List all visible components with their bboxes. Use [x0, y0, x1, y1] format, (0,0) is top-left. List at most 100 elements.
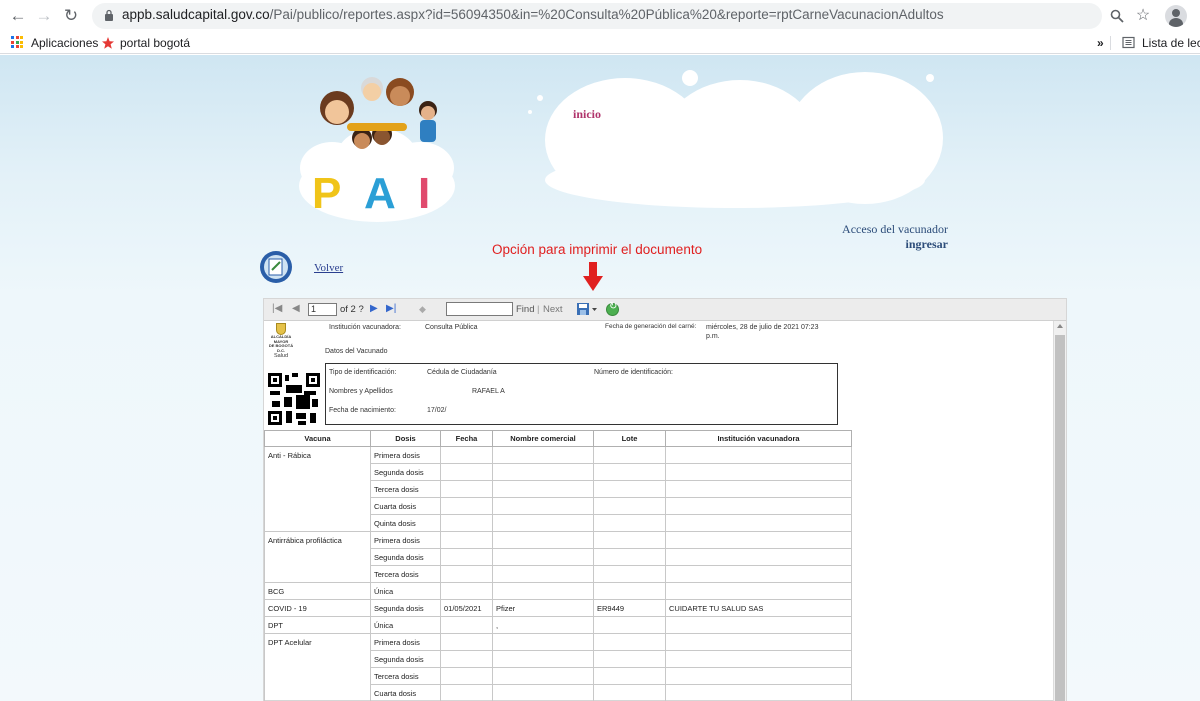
cell-lote [593, 446, 666, 464]
cell-fecha [440, 616, 493, 634]
last-page-icon[interactable]: ▶| [386, 303, 396, 314]
lock-icon[interactable] [104, 9, 114, 22]
cell-dosis: Segunda dosis [370, 548, 441, 566]
forward-arrow-icon[interactable]: → [33, 5, 55, 27]
cell-lote [593, 667, 666, 685]
cell-lote [593, 684, 666, 701]
cell-lote [593, 548, 666, 566]
table-row: BCG Única [264, 582, 852, 600]
cell-inst [665, 650, 852, 668]
pai-logo[interactable]: P A I [292, 68, 462, 223]
scroll-up-arrow-icon[interactable] [1057, 324, 1063, 328]
volver-icon[interactable] [259, 250, 293, 284]
star-icon[interactable]: ☆ [1132, 5, 1154, 27]
header-institucion: Institución vacunadora [665, 430, 852, 447]
inicio-link[interactable]: inicio [573, 107, 601, 122]
cell-vacuna: DPT Acelular [264, 633, 371, 701]
institucion-value: Consulta Pública [425, 324, 478, 331]
fecha-generacion-label: Fecha de generación del carné: [605, 323, 697, 330]
find-next-link[interactable]: Next [543, 304, 563, 315]
table-row: DPT Única, [264, 616, 852, 634]
first-page-icon[interactable]: |◀ [272, 303, 282, 314]
cell-vacuna: Anti - Rábica [264, 446, 371, 532]
cell-fecha [440, 514, 493, 532]
cell-fecha: 01/05/2021 [440, 599, 493, 617]
bookmark-aplicaciones[interactable]: Aplicaciones [31, 36, 98, 50]
cell-inst [665, 548, 852, 566]
datos-vacunado-title: Datos del Vacunado [325, 348, 388, 355]
find-link[interactable]: Find [516, 304, 534, 315]
header-lote: Lote [593, 430, 666, 447]
cell-vacuna: COVID - 19 [264, 599, 371, 617]
cell-dosis: Primera dosis [370, 531, 441, 549]
cell-nombre [492, 684, 594, 701]
cell-dosis: Única [370, 582, 441, 600]
cell-lote [593, 582, 666, 600]
back-arrow-icon[interactable]: ← [7, 5, 29, 27]
cell-fecha [440, 480, 493, 498]
back-to-parent-icon[interactable]: ◆ [419, 304, 426, 315]
cell-fecha [440, 463, 493, 481]
bookmark-portal-bogota[interactable]: portal bogotá [120, 36, 190, 50]
cell-inst [665, 514, 852, 532]
next-page-icon[interactable]: ▶ [370, 303, 378, 314]
cell-nombre [492, 514, 594, 532]
cell-fecha [440, 548, 493, 566]
bookmarks-bar: Aplicaciones portal bogotá » Lista de le… [0, 32, 1200, 54]
browser-toolbar: ← → ↻ appb.saludcapital.gov.co/Pai/publi… [0, 0, 1200, 32]
print-annotation-text: Opción para imprimir el documento [492, 242, 703, 257]
page-number-input[interactable]: 1 [308, 303, 337, 316]
cell-inst [665, 480, 852, 498]
cell-lote: ER9449 [593, 599, 666, 617]
cell-dosis: Segunda dosis [370, 650, 441, 668]
cell-inst [665, 531, 852, 549]
cell-lote [593, 565, 666, 583]
header-nombre-comercial: Nombre comercial [492, 430, 594, 447]
cell-nombre [492, 633, 594, 651]
cell-fecha [440, 633, 493, 651]
volver-link[interactable]: Volver [314, 262, 343, 274]
institucion-label: Institución vacunadora: [329, 324, 401, 331]
reading-list-label[interactable]: Lista de lectu [1142, 36, 1200, 50]
cell-inst [665, 667, 852, 685]
cell-nombre [492, 480, 594, 498]
apps-grid-icon[interactable] [11, 36, 23, 48]
header-dosis: Dosis [370, 430, 441, 447]
reload-icon[interactable]: ↻ [60, 5, 82, 27]
cell-dosis: Tercera dosis [370, 565, 441, 583]
zoom-icon[interactable] [1106, 5, 1128, 27]
cell-dosis: Segunda dosis [370, 463, 441, 481]
header-fecha: Fecha [440, 430, 493, 447]
qr-code [268, 373, 320, 425]
find-separator: | [537, 304, 540, 315]
url-path: /Pai/publico/reportes.aspx?id=56094350&i… [269, 7, 944, 22]
cell-inst [665, 463, 852, 481]
profile-avatar-icon[interactable] [1165, 5, 1187, 27]
cell-lote [593, 497, 666, 515]
vacunas-table-body: Anti - Rábica Primera dosis Segunda dosis T… [264, 446, 852, 701]
scroll-thumb[interactable] [1055, 335, 1065, 701]
cell-fecha [440, 650, 493, 668]
refresh-icon[interactable] [606, 301, 619, 316]
cell-fecha [440, 531, 493, 549]
report-scrollbar[interactable] [1053, 321, 1066, 701]
find-input[interactable] [446, 302, 513, 316]
bookmarks-overflow[interactable]: » [1097, 36, 1104, 50]
prev-page-icon[interactable]: ◀ [292, 303, 300, 314]
fecha-generacion-value-1: miércoles, 28 de julio de 2021 07:23 [706, 324, 819, 331]
cell-dosis: Segunda dosis [370, 599, 441, 617]
cell-lote [593, 480, 666, 498]
reading-list-icon[interactable] [1122, 36, 1135, 49]
save-export-icon[interactable] [577, 303, 599, 316]
cell-fecha [440, 667, 493, 685]
cell-dosis: Cuarta dosis [370, 497, 441, 515]
ingresar-link[interactable]: ingresar [906, 237, 948, 252]
cell-fecha [440, 497, 493, 515]
numero-identificacion-label: Número de identificación: [594, 369, 673, 376]
cell-nombre [492, 650, 594, 668]
cell-inst: CUIDARTE TU SALUD SAS [665, 599, 852, 617]
red-down-arrow-icon [583, 262, 603, 291]
url-text[interactable]: appb.saludcapital.gov.co/Pai/publico/rep… [122, 7, 944, 22]
cell-fecha [440, 684, 493, 701]
bookmarks-divider [1110, 36, 1111, 50]
